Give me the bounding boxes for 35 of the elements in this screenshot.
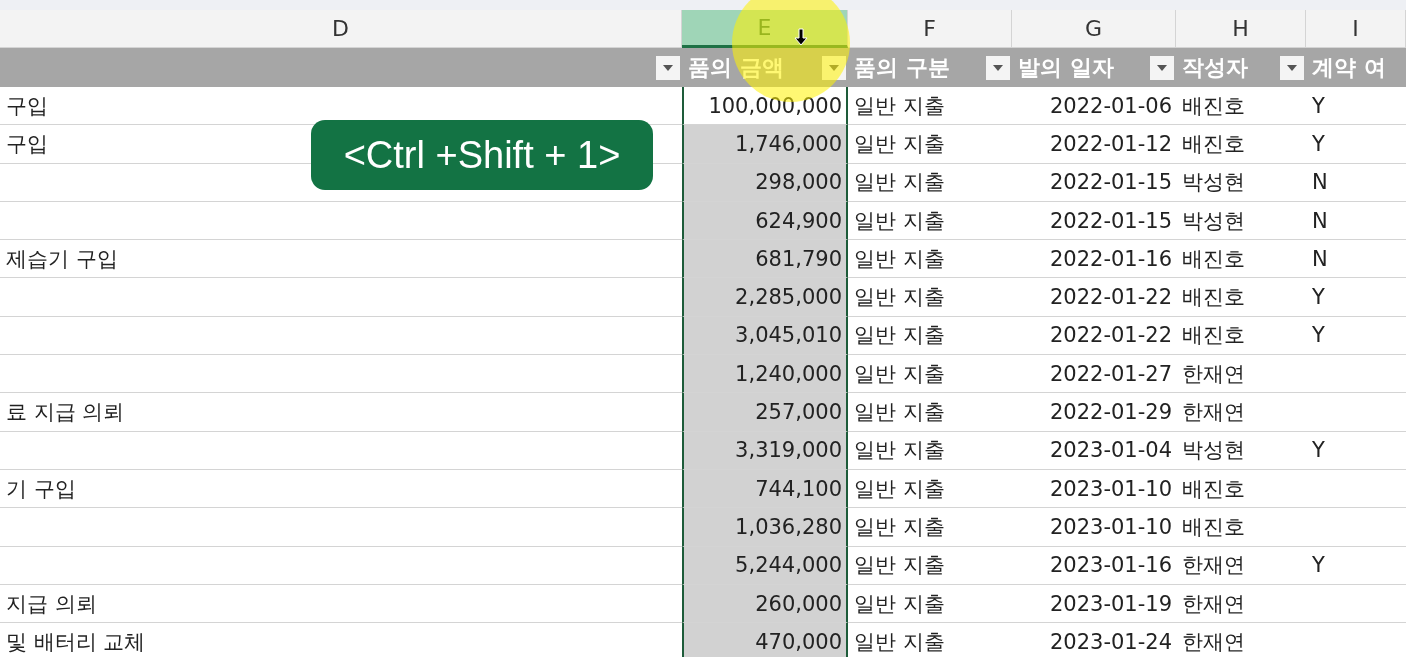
table-cell: 5,244,000 (682, 546, 848, 585)
dropdown-icon (1286, 63, 1298, 72)
table-cell: 470,000 (682, 623, 848, 657)
table-cell: 298,000 (682, 163, 848, 202)
table-cell: 744,100 (682, 469, 848, 509)
shortcut-badge: <Ctrl +Shift + 1> (311, 120, 653, 190)
dropdown-icon (662, 63, 674, 72)
column-header[interactable]: I (1306, 10, 1406, 48)
table-cell: 624,900 (682, 201, 848, 241)
table-cell: 3,319,000 (682, 431, 848, 470)
filter-button[interactable] (656, 55, 680, 80)
column-header[interactable]: D (0, 10, 682, 48)
filter-button[interactable] (1150, 55, 1174, 80)
dropdown-icon (1156, 63, 1168, 72)
filter-button[interactable] (1280, 55, 1304, 80)
dropdown-icon (828, 63, 840, 72)
column-header[interactable]: G (1012, 10, 1176, 48)
table-cell: 1,036,280 (682, 508, 848, 547)
table-cell: 2,285,000 (682, 278, 848, 317)
dropdown-icon (992, 63, 1004, 72)
header-label: 계약 여 (1312, 53, 1387, 82)
header-label: 품의 구분 (854, 53, 951, 82)
table-cell: 100,000,000 (682, 87, 848, 126)
table-cell: 1,240,000 (682, 355, 848, 394)
filter-button[interactable] (986, 55, 1010, 80)
header-label: 작성자 (1182, 53, 1249, 82)
table-cell: 1,746,000 (682, 125, 848, 164)
table-cell: 260,000 (682, 584, 848, 624)
table-cell: 257,000 (682, 393, 848, 432)
column-header[interactable]: F (848, 10, 1012, 48)
column-header[interactable]: H (1176, 10, 1306, 48)
table-cell: 3,045,010 (682, 316, 848, 356)
header-label: 발의 일자 (1018, 53, 1115, 82)
down-arrow-cursor-icon (794, 28, 808, 46)
table-cell: 681,790 (682, 240, 848, 279)
